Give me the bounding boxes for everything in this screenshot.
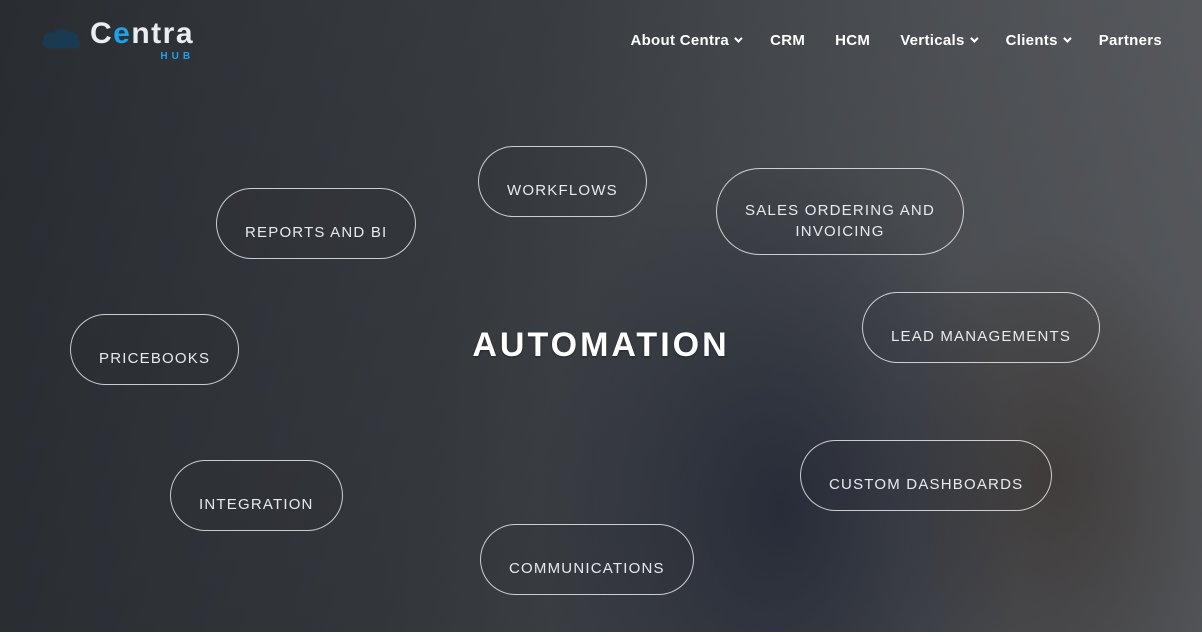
nav-about-centra[interactable]: About Centra <box>630 32 740 49</box>
nav-label: About Centra <box>630 32 729 49</box>
logo-subtext: HUB <box>90 51 194 62</box>
nav-label: HCM <box>835 32 870 49</box>
pill-integration[interactable]: INTEGRATION <box>170 460 343 531</box>
nav-partners[interactable]: Partners <box>1099 32 1162 49</box>
nav-verticals[interactable]: Verticals <box>900 32 975 49</box>
nav-label: Partners <box>1099 32 1162 49</box>
pill-label: COMMUNICATIONS <box>509 560 665 577</box>
pill-label: INTEGRATION <box>199 496 314 513</box>
pill-label: WORKFLOWS <box>507 182 618 199</box>
pill-label: PRICEBOOKS <box>99 350 210 367</box>
pill-reports-bi[interactable]: REPORTS AND BI <box>216 188 416 259</box>
chevron-down-icon <box>970 34 978 42</box>
chevron-down-icon <box>1063 34 1071 42</box>
logo-text: Centra <box>90 17 194 50</box>
pill-label: REPORTS AND BI <box>245 224 387 241</box>
header: Centra HUB About Centra CRM HCM Vertical… <box>0 0 1202 70</box>
pill-label: SALES ORDERING AND INVOICING <box>745 202 935 239</box>
nav-label: Clients <box>1006 32 1058 49</box>
nav-label: CRM <box>770 32 805 49</box>
pill-pricebooks[interactable]: PRICEBOOKS <box>70 314 239 385</box>
main-nav: About Centra CRM HCM Verticals Clients P… <box>630 32 1162 49</box>
pill-custom-dashboards[interactable]: CUSTOM DASHBOARDS <box>800 440 1052 511</box>
logo[interactable]: Centra HUB <box>40 19 194 62</box>
logo-text-wrap: Centra HUB <box>90 19 194 62</box>
cloud-icon <box>40 26 82 54</box>
hero-title: AUTOMATION <box>472 326 729 365</box>
nav-crm[interactable]: CRM <box>770 32 805 49</box>
pill-lead-managements[interactable]: LEAD MANAGEMENTS <box>862 292 1100 363</box>
pill-communications[interactable]: COMMUNICATIONS <box>480 524 694 595</box>
nav-hcm[interactable]: HCM <box>835 32 870 49</box>
pill-label: CUSTOM DASHBOARDS <box>829 476 1023 493</box>
hero-section: Centra HUB About Centra CRM HCM Vertical… <box>0 0 1202 636</box>
nav-clients[interactable]: Clients <box>1006 32 1069 49</box>
pill-sales-ordering[interactable]: SALES ORDERING AND INVOICING <box>716 168 964 255</box>
pill-workflows[interactable]: WORKFLOWS <box>478 146 647 217</box>
nav-label: Verticals <box>900 32 964 49</box>
pill-label: LEAD MANAGEMENTS <box>891 328 1071 345</box>
chevron-down-icon <box>734 34 742 42</box>
